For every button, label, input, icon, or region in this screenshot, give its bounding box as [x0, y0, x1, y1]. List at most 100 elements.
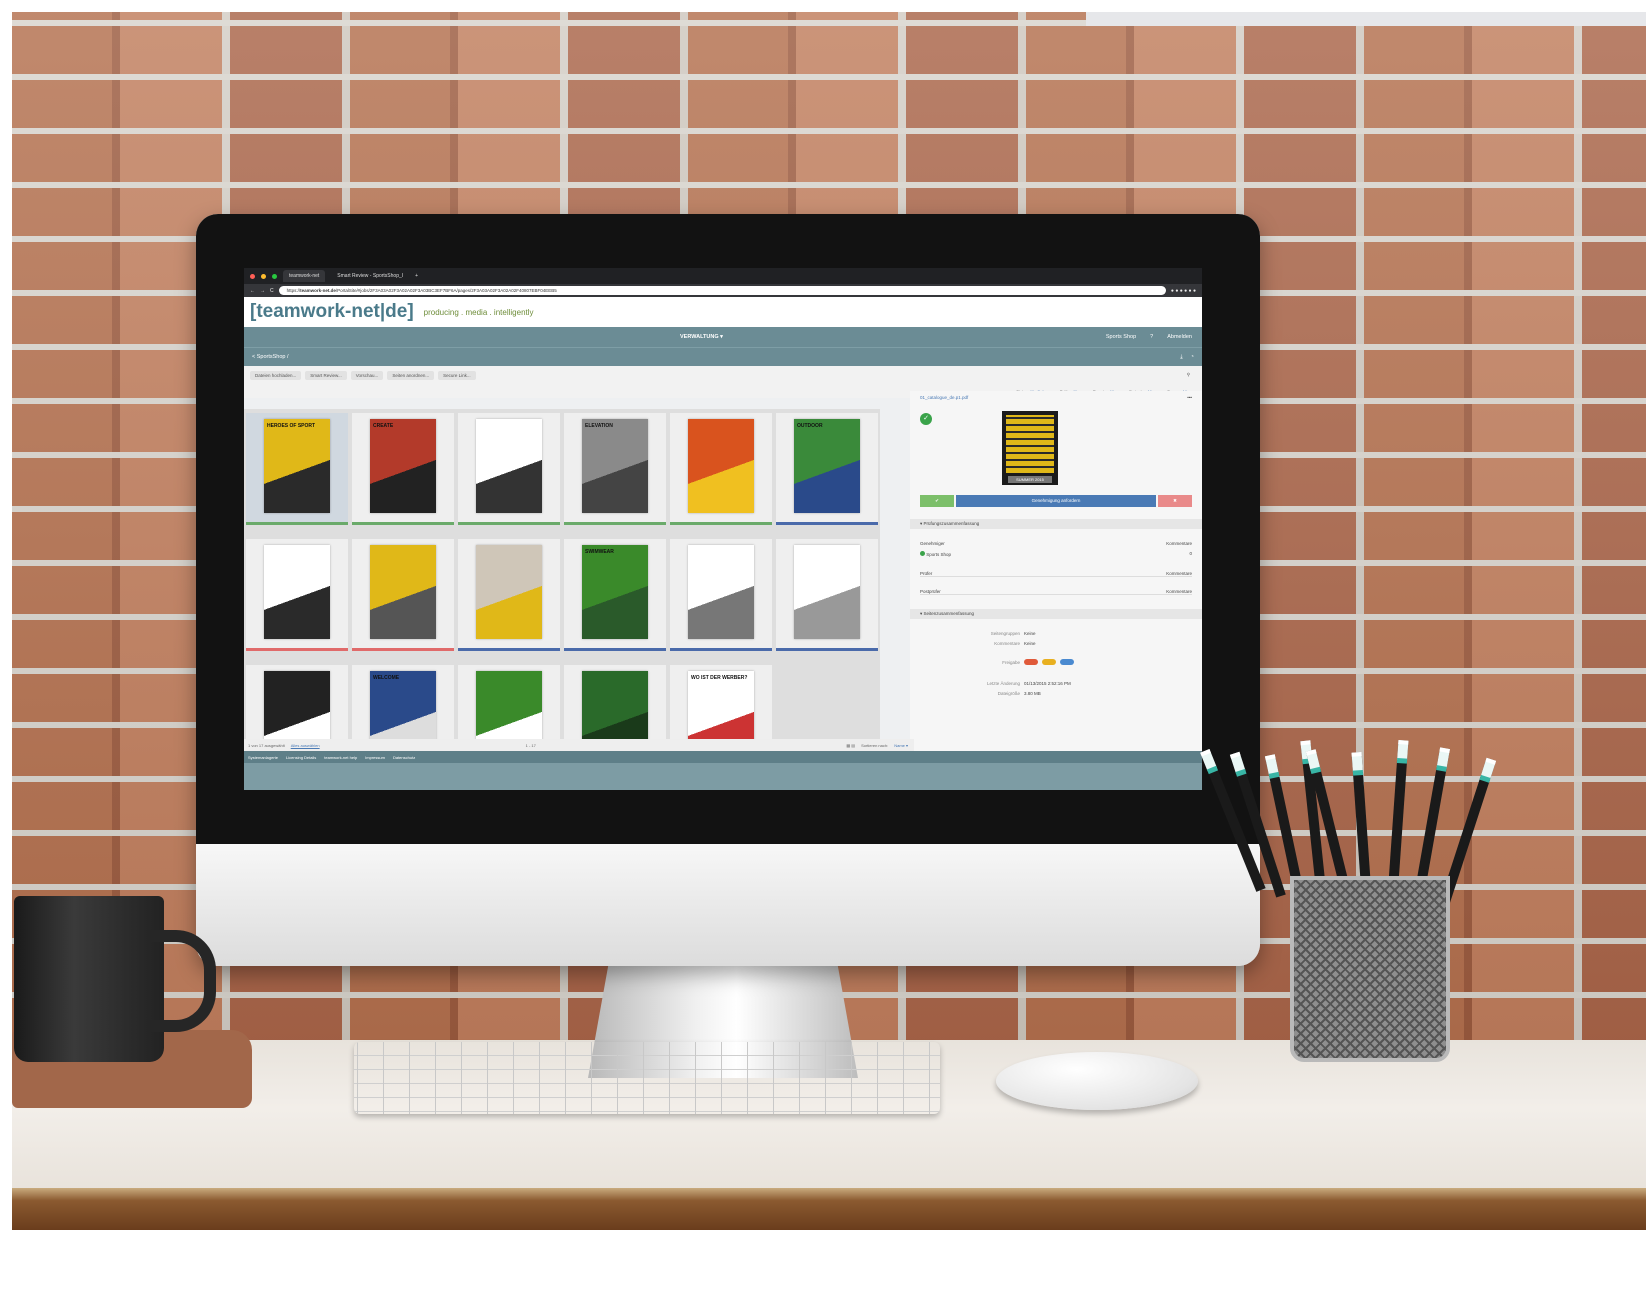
reload-icon[interactable]: C — [270, 288, 274, 294]
page-thumbnail[interactable]: SWIMWEAR — [564, 539, 666, 651]
page-summary-header[interactable]: ▾ Seitenzusammenfassung — [910, 609, 1202, 619]
slogan: producing . media . intelligently — [423, 307, 534, 317]
approve-button[interactable]: ✔ — [920, 495, 954, 507]
release-badge-red — [1024, 659, 1038, 665]
new-tab-icon[interactable]: + — [415, 273, 418, 279]
wall-top-strip — [1086, 12, 1646, 26]
page-thumbnail[interactable] — [458, 413, 560, 525]
comments-col-label: Kommentare — [1166, 541, 1192, 546]
history-icon[interactable]: ◔ — [1191, 354, 1194, 361]
page-thumbnail[interactable]: OUTDOOR — [776, 413, 878, 525]
toolbar: Dateien hochladen... Smart Review... Vor… — [244, 366, 1202, 384]
page-groups-label: Seitengruppen — [990, 631, 1020, 636]
page-headline: ELEVATION — [585, 423, 613, 429]
logout-link[interactable]: Abmelden — [1167, 334, 1192, 340]
approved-dot-icon — [920, 551, 925, 556]
selection-count: 1 von 17 ausgewählt — [248, 742, 285, 748]
page-preview — [688, 545, 754, 639]
breadcrumb[interactable]: < SportsShop / — [252, 354, 289, 360]
last-modified-label: Letzte Änderung — [986, 681, 1020, 686]
request-approval-button[interactable]: Genehmigung anfordern — [956, 495, 1156, 507]
tab-smart-review[interactable]: Smart Review - SportsShop_I — [331, 270, 409, 282]
url-field[interactable]: https://teamwork-net.de/PortalSite/#jobs… — [278, 286, 1166, 295]
download-icon[interactable]: ⤓ — [1180, 354, 1182, 361]
reject-button[interactable]: ✖ — [1158, 495, 1192, 507]
upload-button[interactable]: Dateien hochladen... — [250, 370, 302, 380]
page-preview: SWIMWEAR — [582, 545, 648, 639]
status-line — [564, 522, 666, 525]
mouse — [996, 1052, 1198, 1110]
zoom-window-icon[interactable] — [272, 273, 277, 279]
mug-handle — [150, 930, 216, 1032]
page-preview: ELEVATION — [582, 419, 648, 513]
page-thumbnail[interactable] — [670, 413, 772, 525]
status-line — [352, 648, 454, 651]
status-line — [246, 648, 348, 651]
more-menu-icon[interactable]: ••• — [1187, 395, 1192, 400]
search-icon[interactable]: ⚲ — [1187, 372, 1190, 378]
file-size-label: Dateigröße — [997, 691, 1020, 696]
footer-link[interactable]: Systemanlagerte — [248, 755, 278, 760]
preview-button[interactable]: Vorschau... — [350, 370, 384, 380]
page-thumbnail[interactable]: ELEVATION — [564, 413, 666, 525]
page-thumbnail[interactable] — [458, 539, 560, 651]
tab-teamwork[interactable]: teamwork-net — [283, 270, 326, 282]
page-thumbnail[interactable] — [246, 539, 348, 651]
address-bar: ← → C https://teamwork-net.de/PortalSite… — [244, 284, 1202, 297]
page-thumbnail[interactable] — [776, 539, 878, 651]
brand-header: [teamwork-net|de] producing . media . in… — [244, 297, 1202, 327]
footer-link[interactable]: Datenschutz — [393, 755, 415, 760]
comments-label: Kommentare — [994, 641, 1020, 646]
page-thumbnail[interactable] — [352, 539, 454, 651]
select-all-link[interactable]: Alles auswählen — [291, 743, 320, 748]
footer-link[interactable]: Impressum — [365, 755, 385, 760]
page-preview — [370, 545, 436, 639]
url-prefix: https:// — [286, 288, 301, 293]
back-icon[interactable]: ← — [250, 288, 255, 294]
page-preview — [688, 419, 754, 513]
status-line — [670, 522, 772, 525]
smart-review-button[interactable]: Smart Review... — [305, 370, 347, 380]
arrange-pages-button[interactable]: Seiten anordnen... — [387, 370, 435, 380]
status-line — [458, 648, 560, 651]
post-reviewer-label: Postprüfer — [920, 589, 941, 594]
close-window-icon[interactable] — [250, 273, 255, 279]
status-line — [776, 522, 878, 525]
page-groups-value: Keine — [1024, 631, 1036, 636]
breadcrumb-bar: < SportsShop / ⤓ ◔ — [244, 347, 1202, 366]
status-bar: 1 von 17 ausgewählt Alles auswählen 1 - … — [244, 739, 914, 751]
url-path: /PortalSite/#jobs/2F3A03A02F3A02A02F3A03… — [335, 288, 557, 293]
desk-edge — [12, 1188, 1646, 1230]
review-summary-header[interactable]: ▾ Prüfungszusammenfassung — [910, 519, 1202, 529]
page-thumbnail[interactable]: HEROES OF SPORT — [246, 413, 348, 525]
approver-name: Sports Shop — [926, 552, 952, 557]
page-headline: CREATE — [373, 423, 394, 429]
page-thumbnail[interactable]: CREATE — [352, 413, 454, 525]
footer-link[interactable]: teamwork-net help — [324, 755, 357, 760]
verwaltung-menu[interactable]: VERWALTUNG ▾ — [680, 334, 723, 340]
status-line — [776, 648, 878, 651]
page-preview: CREATE — [370, 419, 436, 513]
page-thumbnail[interactable] — [670, 539, 772, 651]
grid-view-icon[interactable]: ▦ ▤ — [846, 743, 855, 748]
page-preview — [476, 419, 542, 513]
sort-select[interactable]: Name ▾ — [894, 743, 908, 748]
status-line — [564, 648, 666, 651]
minimize-window-icon[interactable] — [261, 273, 266, 279]
user-menu[interactable]: Sports Shop — [1106, 334, 1136, 340]
screen-bottom-band — [244, 763, 1202, 790]
approved-check-icon: ✓ — [920, 413, 932, 425]
page-headline: SWIMWEAR — [585, 549, 614, 555]
file-name-link[interactable]: 01_catalogue_de.p1.pdf — [920, 395, 968, 400]
secure-link-button[interactable]: Secure Link... — [438, 370, 476, 380]
footer-link[interactable]: Licensing Details — [286, 755, 316, 760]
status-line — [670, 648, 772, 651]
forward-icon[interactable]: → — [260, 288, 265, 294]
url-host: teamwork-net.de — [300, 288, 336, 293]
page-preview: OUTDOOR — [794, 419, 860, 513]
extensions-icon[interactable]: ● ● ● ● ● ● — [1171, 288, 1196, 294]
sort-label: Sortieren nach: — [861, 742, 889, 748]
file-size-value: 3.80 MB — [1024, 691, 1041, 696]
help-link[interactable]: ? — [1150, 334, 1153, 340]
photo-margin — [0, 1230, 1646, 1290]
